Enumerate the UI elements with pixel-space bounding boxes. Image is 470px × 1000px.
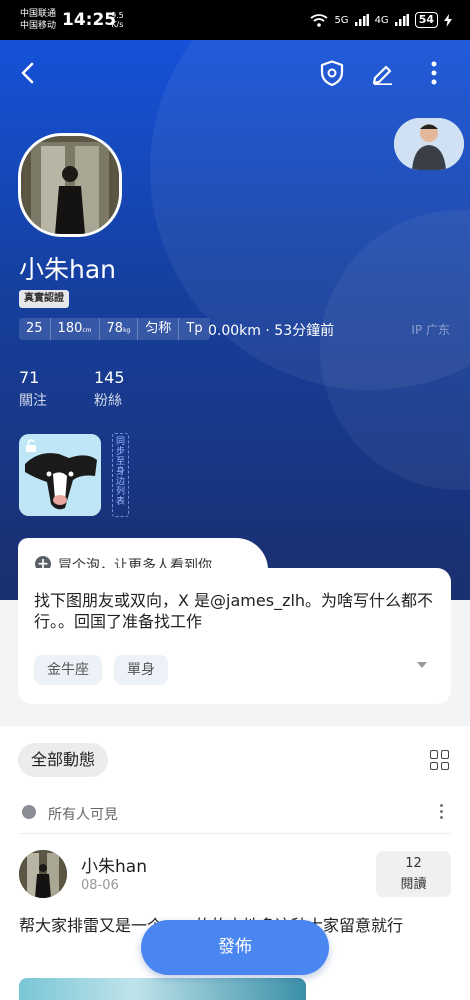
following-stat[interactable]: 71 關注 (19, 368, 47, 410)
avatar-photo (394, 118, 464, 170)
relationship-chip: 單身 (114, 655, 168, 685)
visibility-row: 所有人可見 (18, 798, 452, 834)
pencil-icon (372, 65, 392, 85)
profile-attributes: 25 180cm 78kg 匀称 Tp (19, 318, 210, 340)
following-label: 關注 (19, 393, 47, 409)
signal-bars-icon (354, 14, 369, 26)
followers-stat[interactable]: 145 粉絲 (94, 368, 125, 410)
weight-tag: 78kg (100, 318, 139, 340)
more-options-button[interactable] (417, 56, 451, 90)
weight-unit: kg (123, 327, 131, 334)
profile-header: 小朱han 真實認證 25 180cm 78kg 匀称 Tp 0.00km · … (0, 40, 470, 600)
weight-value: 78 (106, 321, 124, 336)
post-author-avatar[interactable] (19, 850, 67, 898)
expand-caret-icon[interactable] (417, 662, 427, 668)
system-icons: 5G 4G 54 (310, 12, 452, 28)
visibility-label: 所有人可見 (48, 807, 118, 823)
sync-to-nearby-button[interactable]: 同步至身边列表 (112, 433, 129, 517)
avatar-photo (19, 850, 67, 898)
clock: 14:25 (62, 10, 117, 30)
unlock-icon (26, 439, 36, 452)
post-date: 08-06 (81, 878, 119, 893)
post-image[interactable] (19, 978, 306, 1000)
shield-icon (320, 60, 344, 86)
last-active: 53分鐘前 (274, 323, 335, 339)
wifi-icon (310, 13, 328, 27)
net-speed-unit: K/s (111, 20, 124, 29)
height-tag: 180cm (51, 318, 100, 340)
signal-1-label: 5G (334, 14, 349, 26)
privacy-button[interactable] (315, 56, 349, 90)
bio-text: 找下图朋友或双向，X 是@james_zlh。为啥写什么都不行。。回国了准备找工… (34, 591, 434, 631)
post-more-icon[interactable] (440, 804, 444, 819)
carrier-labels: 中国联通 中国移动 (20, 8, 56, 32)
back-button[interactable] (10, 56, 44, 90)
signal-bars-icon (394, 14, 409, 26)
post-author-name[interactable]: 小朱han (81, 852, 147, 877)
globe-icon (22, 805, 36, 819)
verified-badge[interactable]: 真實認證 (19, 290, 69, 308)
age-tag: 25 (19, 318, 51, 340)
role-tag: Tp (186, 321, 203, 336)
followers-count: 145 (94, 368, 125, 387)
followers-label: 粉絲 (94, 393, 122, 409)
feed-filter-button[interactable]: 全部動態 (18, 743, 109, 777)
height-value: 180 (57, 321, 83, 336)
body-type-tag: 匀称 (138, 318, 180, 340)
visitor-avatar[interactable] (394, 118, 464, 170)
read-label: 閱讀 (400, 877, 427, 892)
chevron-left-icon (21, 62, 34, 84)
charging-icon (444, 13, 452, 27)
carrier-2: 中国移动 (20, 21, 57, 31)
profile-avatar[interactable] (18, 133, 122, 237)
net-speed-value: 9.5 (111, 11, 124, 20)
height-unit: cm (82, 327, 92, 334)
distance: 0.00km (208, 323, 261, 339)
distance-activity: 0.00km · 53分鐘前 (208, 320, 334, 340)
meta-separator: · (265, 323, 270, 339)
publish-button[interactable]: 發佈 (141, 920, 329, 975)
signal-2-label: 4G (374, 14, 389, 26)
zodiac-chip: 金牛座 (34, 655, 102, 685)
following-count: 71 (19, 368, 40, 387)
more-vertical-icon (431, 61, 437, 85)
read-count-badge: 12 閱讀 (376, 851, 451, 897)
battery-indicator: 54 (414, 12, 438, 28)
avatar-photo (21, 136, 119, 234)
ip-location: IP 广东 (411, 323, 450, 337)
bio-card: 找下图朋友或双向，X 是@james_zlh。为啥写什么都不行。。回国了准备找工… (18, 568, 451, 704)
status-bar: 中国联通 中国移动 14:25 9.5 K/s 5G 4G 54 (0, 0, 470, 40)
read-count: 12 (405, 856, 422, 871)
edit-profile-button[interactable] (366, 56, 400, 90)
carrier-1: 中国联通 (20, 9, 57, 19)
net-speed: 9.5 K/s (111, 11, 124, 29)
album-photo[interactable] (19, 434, 101, 516)
grid-view-icon[interactable] (430, 750, 450, 770)
profile-nickname: 小朱han (19, 255, 117, 284)
